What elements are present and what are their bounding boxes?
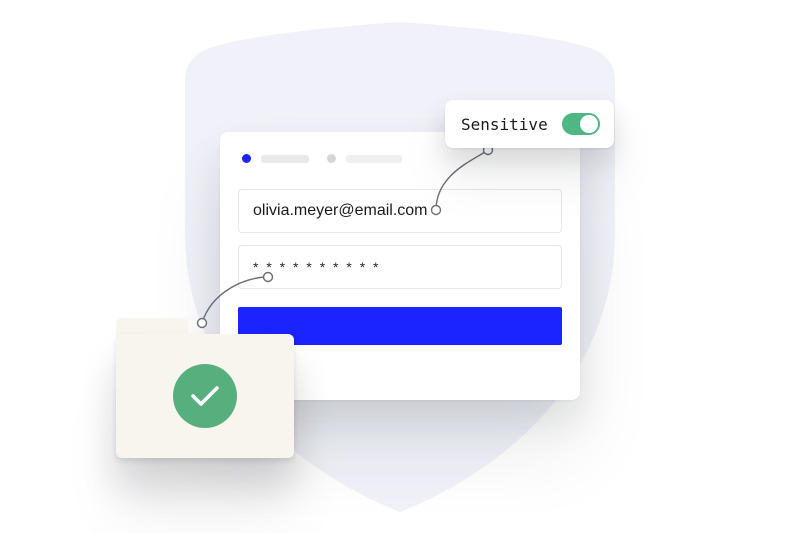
email-field[interactable]: olivia.meyer@email.com xyxy=(238,189,562,233)
sensitive-label: Sensitive xyxy=(461,115,548,134)
email-value: olivia.meyer@email.com xyxy=(253,202,428,220)
secure-folder-icon xyxy=(116,318,294,458)
password-field[interactable]: * * * * * * * * * * xyxy=(238,245,562,289)
check-circle-icon xyxy=(173,364,237,428)
card-tabs xyxy=(238,150,562,177)
password-mask: * * * * * * * * * * xyxy=(253,259,381,275)
tab-placeholder-bar xyxy=(346,155,402,163)
tab-dot-inactive xyxy=(327,154,336,163)
toggle-on-icon[interactable] xyxy=(562,113,600,135)
tab-active[interactable] xyxy=(242,154,309,163)
tab-dot-active xyxy=(242,154,251,163)
tab-inactive[interactable] xyxy=(327,154,402,163)
sensitive-badge: Sensitive xyxy=(445,100,614,148)
tab-placeholder-bar xyxy=(261,155,309,163)
